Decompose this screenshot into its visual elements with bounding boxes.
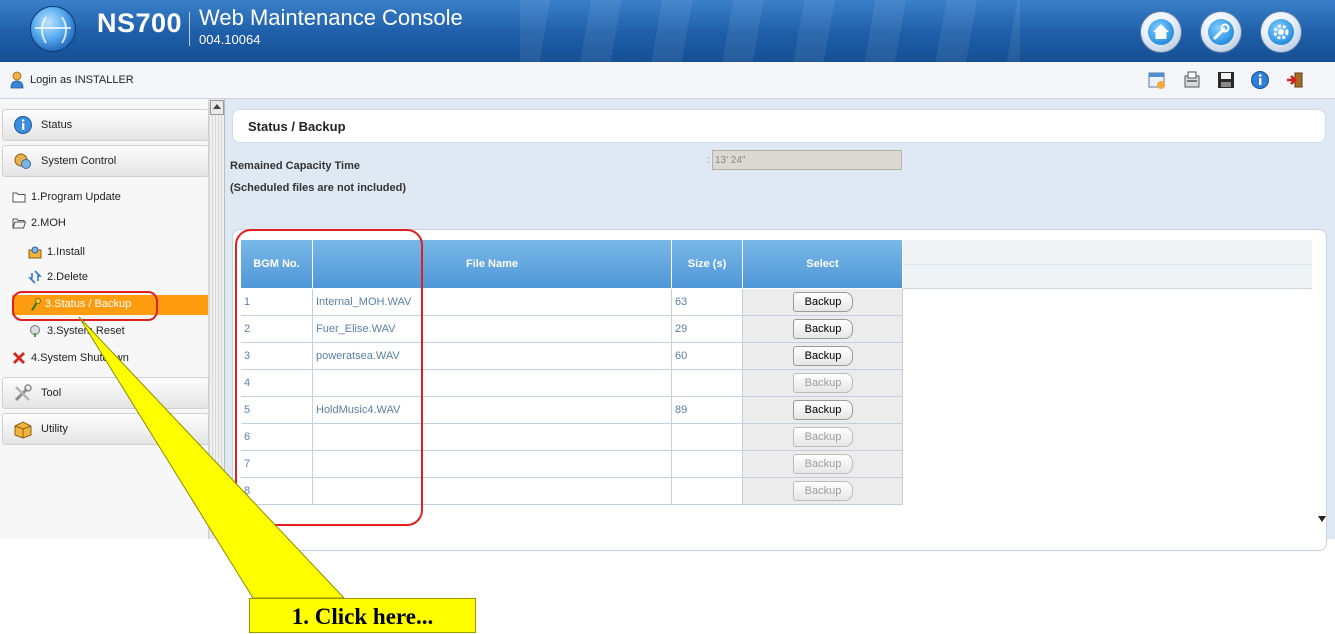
callout-label: 1. Click here...	[249, 598, 476, 633]
callout-pointer-arrow-icon	[78, 316, 346, 599]
